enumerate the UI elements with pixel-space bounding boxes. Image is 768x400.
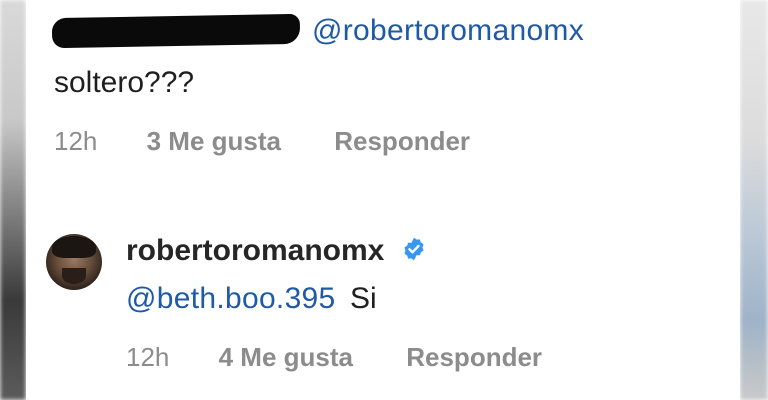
comment-1-likes[interactable]: 3 Me gusta	[147, 126, 281, 157]
comment-1-reply-button[interactable]: Responder	[334, 126, 470, 157]
comment-1-time: 12h	[54, 126, 98, 156]
comment-2-body: @beth.boo.395 Si	[126, 282, 377, 316]
comment-2-time: 12h	[126, 342, 170, 372]
screenshot-edge-right	[740, 0, 768, 400]
comment-2-mention[interactable]: @beth.boo.395	[126, 282, 336, 315]
comment-2-meta: 12h 4 Me gusta Responder	[126, 342, 542, 373]
comment-1-mention[interactable]: @robertoromanomx	[312, 14, 584, 48]
comment-1-text: soltero???	[54, 66, 195, 99]
comment-1-meta: 12h 3 Me gusta Responder	[54, 126, 470, 157]
screenshot-edge-left	[0, 0, 26, 400]
comment-2-likes[interactable]: 4 Me gusta	[219, 342, 353, 373]
verified-badge-icon	[404, 237, 424, 261]
avatar-beard	[62, 268, 86, 284]
comment-2-text: Si	[349, 282, 377, 315]
comment-2-username[interactable]: robertoromanomx	[126, 234, 427, 268]
profile-avatar[interactable]	[46, 234, 102, 290]
avatar-hair	[52, 236, 96, 258]
redacted-username	[51, 13, 301, 49]
comment-2-author[interactable]: robertoromanomx	[126, 234, 384, 267]
comments-panel: @robertoromanomx soltero??? 12h 3 Me gus…	[26, 0, 740, 400]
comment-2-reply-button[interactable]: Responder	[406, 342, 542, 373]
